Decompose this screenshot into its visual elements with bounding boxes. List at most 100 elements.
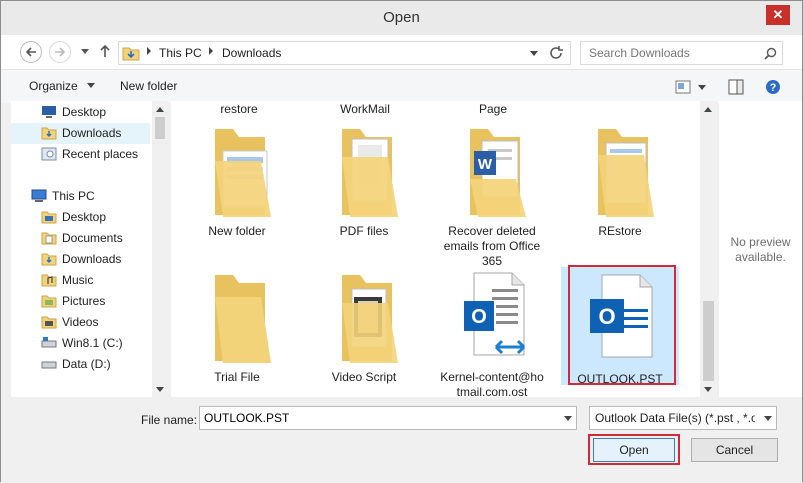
file-name-dropdown-icon[interactable] bbox=[564, 416, 572, 421]
nav-item-label: Pictures bbox=[62, 294, 106, 308]
nav-pane-scrollbar[interactable] bbox=[152, 101, 168, 397]
nav-item-label: Downloads bbox=[62, 126, 122, 140]
folder-icon bbox=[41, 316, 57, 329]
desktop-icon bbox=[42, 106, 56, 118]
file-item-trial-file[interactable]: Trial File bbox=[178, 267, 296, 385]
filter-dropdown-icon[interactable] bbox=[764, 416, 772, 421]
organize-menu[interactable]: Organize bbox=[29, 79, 96, 93]
dialog-footer: File name: Outlook Data File(s) (*.pst ,… bbox=[1, 397, 802, 483]
folder-icon bbox=[41, 274, 57, 287]
file-name: PDF files bbox=[339, 224, 389, 238]
scrollbar-thumb[interactable] bbox=[703, 301, 714, 381]
recent-locations-button[interactable] bbox=[78, 43, 92, 59]
file-type-filter[interactable]: Outlook Data File(s) (*.pst , *.ost) bbox=[589, 406, 777, 430]
selection-highlight-box bbox=[568, 265, 676, 385]
nav-item-drive-c[interactable]: Win8.1 (C:) bbox=[11, 333, 150, 354]
nav-item-label: Win8.1 (C:) bbox=[62, 336, 123, 350]
nav-item-documents[interactable]: Documents bbox=[11, 228, 150, 249]
breadcrumb-downloads[interactable]: Downloads bbox=[222, 46, 281, 60]
file-name: Trial File bbox=[214, 370, 260, 384]
command-toolbar: Organize New folder ? bbox=[1, 69, 802, 103]
folder-word-icon: W bbox=[470, 129, 526, 217]
folder-icon bbox=[41, 232, 57, 245]
nav-item-desktop[interactable]: Desktop bbox=[11, 207, 150, 228]
nav-item-recent-places[interactable]: Recent places bbox=[11, 144, 150, 165]
address-dropdown-icon[interactable] bbox=[530, 51, 538, 56]
change-view-icon[interactable] bbox=[675, 80, 691, 94]
nav-item-videos[interactable]: Videos bbox=[11, 312, 150, 333]
folder-icon bbox=[598, 129, 654, 217]
breadcrumb-this-pc[interactable]: This PC bbox=[159, 46, 202, 60]
nav-item-label: Recent places bbox=[62, 147, 139, 161]
file-name: Recover deleted emails from Office 365 bbox=[443, 224, 541, 268]
address-bar[interactable]: This PC Downloads bbox=[118, 41, 571, 65]
file-name: New folder bbox=[208, 224, 266, 238]
forward-button[interactable] bbox=[49, 41, 71, 63]
file-name-field[interactable] bbox=[199, 406, 577, 430]
nav-item-label: Downloads bbox=[62, 252, 122, 266]
preview-pane: No preview available. bbox=[719, 101, 802, 397]
file-name-label: File name: bbox=[141, 413, 198, 427]
up-button[interactable] bbox=[98, 43, 112, 59]
nav-item-pictures[interactable]: Pictures bbox=[11, 291, 150, 312]
svg-text:?: ? bbox=[770, 82, 777, 94]
scroll-up-icon[interactable] bbox=[704, 107, 712, 112]
breadcrumb-separator-icon bbox=[209, 47, 213, 55]
organize-label: Organize bbox=[29, 79, 78, 93]
forward-arrow-icon bbox=[55, 47, 66, 57]
recent-places-icon bbox=[41, 147, 57, 161]
scroll-up-icon[interactable] bbox=[156, 107, 164, 112]
close-button[interactable]: ✕ bbox=[766, 5, 790, 25]
back-button[interactable] bbox=[20, 41, 42, 63]
nav-item-label: Music bbox=[62, 273, 94, 287]
file-name-input[interactable] bbox=[200, 407, 555, 429]
svg-text:O: O bbox=[471, 306, 487, 328]
nav-item-downloads[interactable]: Downloads bbox=[11, 249, 150, 270]
no-preview-text: No preview available. bbox=[730, 235, 791, 264]
file-item-kernel-content-ost[interactable]: O Kernel-content@hotmail.com.ost bbox=[433, 267, 551, 397]
nav-item-label: Documents bbox=[62, 231, 123, 245]
downloads-folder-icon bbox=[122, 47, 140, 61]
nav-item-label: Data (D:) bbox=[62, 357, 111, 371]
back-arrow-icon bbox=[25, 47, 36, 57]
file-item-new-folder[interactable]: New folder bbox=[178, 121, 296, 239]
file-list-scrollbar[interactable] bbox=[700, 101, 717, 397]
folder-icon bbox=[41, 211, 57, 224]
chevron-down-icon bbox=[81, 49, 89, 54]
scroll-down-icon[interactable] bbox=[704, 387, 712, 392]
file-label-partial[interactable]: restore bbox=[199, 102, 279, 116]
help-icon[interactable]: ? bbox=[765, 79, 781, 95]
cancel-button[interactable]: Cancel bbox=[691, 438, 778, 462]
file-label-partial[interactable]: Page bbox=[453, 102, 533, 116]
new-folder-button[interactable]: New folder bbox=[120, 79, 177, 93]
preview-pane-icon[interactable] bbox=[728, 79, 744, 95]
nav-item-downloads-favorite[interactable]: Downloads bbox=[11, 123, 150, 144]
file-name: Video Script bbox=[331, 370, 397, 384]
nav-item-desktop-favorite[interactable]: Desktop bbox=[11, 102, 150, 123]
scroll-down-icon[interactable] bbox=[156, 387, 164, 392]
folder-icon bbox=[342, 275, 398, 363]
file-label-partial[interactable]: WorkMail bbox=[325, 102, 405, 116]
up-arrow-icon bbox=[100, 44, 110, 57]
scrollbar-thumb[interactable] bbox=[155, 117, 165, 139]
downloads-folder-icon bbox=[41, 127, 57, 140]
refresh-icon[interactable] bbox=[548, 45, 564, 61]
file-item-restore[interactable]: REstore bbox=[561, 121, 679, 239]
file-item-recover-deleted[interactable]: W Recover deleted emails from Office 365 bbox=[433, 121, 551, 269]
file-name: REstore bbox=[598, 224, 642, 238]
folder-icon bbox=[215, 275, 271, 363]
search-box[interactable] bbox=[580, 41, 783, 65]
file-name: Kernel-content@hotmail.com.ost bbox=[440, 370, 544, 397]
nav-item-this-pc[interactable]: This PC bbox=[11, 186, 150, 207]
nav-item-label: Desktop bbox=[62, 210, 107, 224]
nav-item-music[interactable]: Music bbox=[11, 270, 150, 291]
nav-item-drive-d[interactable]: Data (D:) bbox=[11, 354, 150, 375]
search-input[interactable] bbox=[581, 42, 761, 64]
file-item-pdf-files[interactable]: PDF files bbox=[305, 121, 423, 239]
view-options-dropdown-icon[interactable] bbox=[698, 85, 706, 90]
title-bar: Open ✕ bbox=[1, 1, 802, 35]
file-item-video-script[interactable]: Video Script bbox=[305, 267, 423, 385]
search-icon bbox=[764, 47, 777, 60]
nav-item-label: Videos bbox=[62, 315, 99, 329]
file-type-filter-value: Outlook Data File(s) (*.pst , *.ost) bbox=[595, 411, 755, 425]
